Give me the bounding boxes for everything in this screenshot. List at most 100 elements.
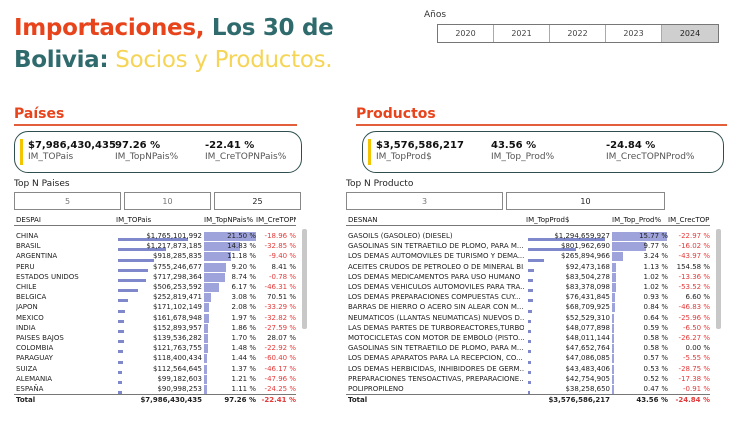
productos-col-header-2[interactable]: IM_Top_Prod% [612,215,668,225]
productos-row-growth: -28.75 % [678,364,710,373]
productos-row-name: LOS DEMAS HERBICIDAS, INHIBIDORES DE GER… [348,364,524,373]
paises-row-value: $112,564,645 [153,364,202,373]
paises-row-name: PERU [16,262,35,271]
paises-row-name: MEXICO [16,313,44,322]
table-row[interactable]: PARAGUAY $118,400,434 1.44 % -60.40 % [14,353,296,364]
year-option-2020[interactable]: 2020 [438,25,494,42]
paises-col-header-2[interactable]: IM_TopNPais% [204,215,256,225]
paises-row-name: ARGENTINA [16,252,58,261]
productos-row-value: $83,504,278 [565,272,610,281]
productos-divider [356,124,727,126]
table-row[interactable]: COLOMBIA $121,763,755 1.48 % -22.92 % [14,343,296,354]
paises-row-growth: -24.25 % [264,385,296,393]
table-row[interactable]: BELGICA $252,819,471 3.08 % 70.51 % [14,292,296,303]
table-row[interactable]: ESPAÑA $90,998,253 1.11 % -24.25 % [14,384,296,395]
productos-row-share: 15.77 % [639,232,668,240]
paises-row-share: 9.20 % [231,262,256,271]
paises-row-name: CHINA [16,232,39,240]
table-row[interactable]: ACEITES CRUDOS DE PETROLEO O DE MINERAL … [346,262,710,272]
paises-row-value: $139,536,282 [153,334,202,342]
paises-topn-option-5[interactable]: 5 [14,192,121,210]
paises-row-value: $99,182,603 [157,374,202,383]
year-option-2024[interactable]: 2024 [662,25,718,42]
paises-row-growth: -22.92 % [264,344,296,353]
table-row[interactable]: LOS DEMAS HERBICIDAS, INHIBIDORES DE GER… [346,364,710,374]
paises-col-header-1[interactable]: IM_TOPais [116,215,202,225]
table-row[interactable]: SUIZA $112,564,645 1.37 % -46.17 % [14,364,296,374]
productos-row-share: 0.52 % [643,374,668,383]
table-row[interactable]: ESTADOS UNIDOS $717,298,364 8.74 % -0.78 % [14,272,296,282]
years-slicer: 2020 2021 2022 2023 2024 [437,24,719,43]
paises-header-rule [14,225,296,226]
productos-row-value: $48,077,898 [565,323,610,332]
paises-row-share: 1.70 % [231,334,256,342]
table-row[interactable]: GASOLINAS SIN TETRAETILO DE PLOMO, PARA … [346,343,710,354]
table-row[interactable]: ARGENTINA $918,285,835 11.18 % -9.40 % [14,251,296,262]
table-row[interactable]: CHINA $1,765,101,992 21.50 % -18.96 % [14,231,296,242]
table-row[interactable]: LOS DEMAS VEHICULOS AUTOMOVILES PARA TRA… [346,282,710,293]
table-row[interactable]: GASOLINAS SIN TETRAETILO DE PLOMO, PARA … [346,241,710,252]
table-row[interactable]: BRASIL $1,217,873,185 14.83 % -32.85 % [14,241,296,252]
productos-row-growth: -53.52 % [678,283,710,291]
productos-col-header-3[interactable]: IM_CrecTOPNProd% [668,215,710,225]
table-row[interactable]: JAPON $171,102,149 2.08 % -33.29 % [14,302,296,313]
paises-row-growth: -18.96 % [264,232,296,240]
productos-row-growth: -5.55 % [683,354,710,363]
year-option-2023[interactable]: 2023 [606,25,662,42]
paises-row-growth: -32.82 % [264,313,296,322]
table-row[interactable]: INDIA $152,893,957 1.86 % -27.59 % [14,323,296,333]
paises-row-share: 8.74 % [231,272,256,281]
table-row[interactable]: PREPARACIONES TENSOACTIVAS, PREPARACIONE… [346,374,710,384]
productos-row-growth: 154.58 % [676,262,710,271]
table-row[interactable]: POLIPROPILENO $38,258,650 0.47 % -0.91 % [346,384,710,395]
productos-row-name: POLIPROPILENO [348,385,404,393]
paises-topn-option-25[interactable]: 25 [214,192,301,210]
paises-row-value: $252,819,471 [153,293,202,302]
paises-row-share: 6.17 % [231,283,256,291]
paises-divider [14,124,297,126]
productos-row-name: LOS DEMAS AUTOMOVILES DE TURISMO Y DEMA.… [348,252,524,261]
table-row[interactable]: BARRAS DE HIERRO O ACERO SIN ALEAR CON M… [346,302,710,313]
table-row[interactable]: MEXICO $161,678,948 1.97 % -32.82 % [14,313,296,323]
paises-col-header-0[interactable]: DESPAI [16,215,116,225]
paises-total-p: 97.26 % [224,396,256,405]
productos-row-share: 1.13 % [643,262,668,271]
table-row[interactable]: LOS DEMAS AUTOMOVILES DE TURISMO Y DEMA.… [346,251,710,262]
productos-row-share: 1.02 % [643,283,668,291]
productos-col-header-1[interactable]: IM_TopProd$ [526,215,610,225]
paises-row-share: 1.48 % [231,344,256,353]
table-row[interactable]: LOS DEMAS APARATOS PARA LA RECEPCION, CO… [346,353,710,364]
title-part-4: Socios y Productos. [108,47,333,73]
table-row[interactable]: NEUMATICOS (LLANTAS NEUMATICAS) NUEVOS D… [346,313,710,323]
year-option-2021[interactable]: 2021 [494,25,550,42]
paises-scrollbar[interactable] [302,229,307,329]
productos-row-share: 0.58 % [643,334,668,342]
table-row[interactable]: LAS DEMAS PARTES DE TURBOREACTORES,TURBO… [346,323,710,333]
table-row[interactable]: GASOILS (GASOLEO) (DIESEL) $1,294,659,927… [346,231,710,242]
productos-kpi-card: $3,576,586,217 IM_TopProd$ 43.56 % IM_To… [362,131,724,173]
paises-col-header-3[interactable]: IM_CreTOPNPais% [256,215,296,225]
paises-topn-option-10[interactable]: 10 [124,192,211,210]
paises-row-name: ESTADOS UNIDOS [16,272,79,281]
productos-row-value: $801,962,690 [561,242,610,251]
table-row[interactable]: PAISES BAJOS $139,536,282 1.70 % 28.07 % [14,333,296,344]
year-option-2022[interactable]: 2022 [550,25,606,42]
productos-row-share: 1.02 % [643,272,668,281]
report-title: Importaciones, Los 30 de Bolivia: Socios… [14,12,344,76]
productos-row-name: MOTOCICLETAS CON MOTOR DE EMBOLO (PISTO.… [348,334,524,342]
table-row[interactable]: LOS DEMAS PREPARACIONES COMPUESTAS CUY..… [346,292,710,303]
table-row[interactable]: PERU $755,246,677 9.20 % 8.41 % [14,262,296,272]
table-row[interactable]: LOS DEMAS MEDICAMENTOS PARA USO HUMANO $8… [346,272,710,282]
table-row[interactable]: MOTOCICLETAS CON MOTOR DE EMBOLO (PISTO.… [346,333,710,344]
productos-topn-option-10[interactable]: 10 [506,192,665,210]
table-row[interactable]: CHILE $506,253,592 6.17 % -46.31 % [14,282,296,293]
productos-row-name: LOS DEMAS PREPARACIONES COMPUESTAS CUY..… [348,293,521,302]
productos-row-share: 0.59 % [643,323,668,332]
productos-row-name: LOS DEMAS APARATOS PARA LA RECEPCION, CO… [348,354,523,363]
paises-heading: Países [14,106,65,122]
productos-row-value: $47,086,085 [565,354,610,363]
table-row[interactable]: ALEMANIA $99,182,603 1.21 % -47.96 % [14,374,296,384]
productos-topn-option-3[interactable]: 3 [346,192,503,210]
productos-scrollbar[interactable] [716,229,721,329]
productos-col-header-0[interactable]: DESNAN [348,215,524,225]
